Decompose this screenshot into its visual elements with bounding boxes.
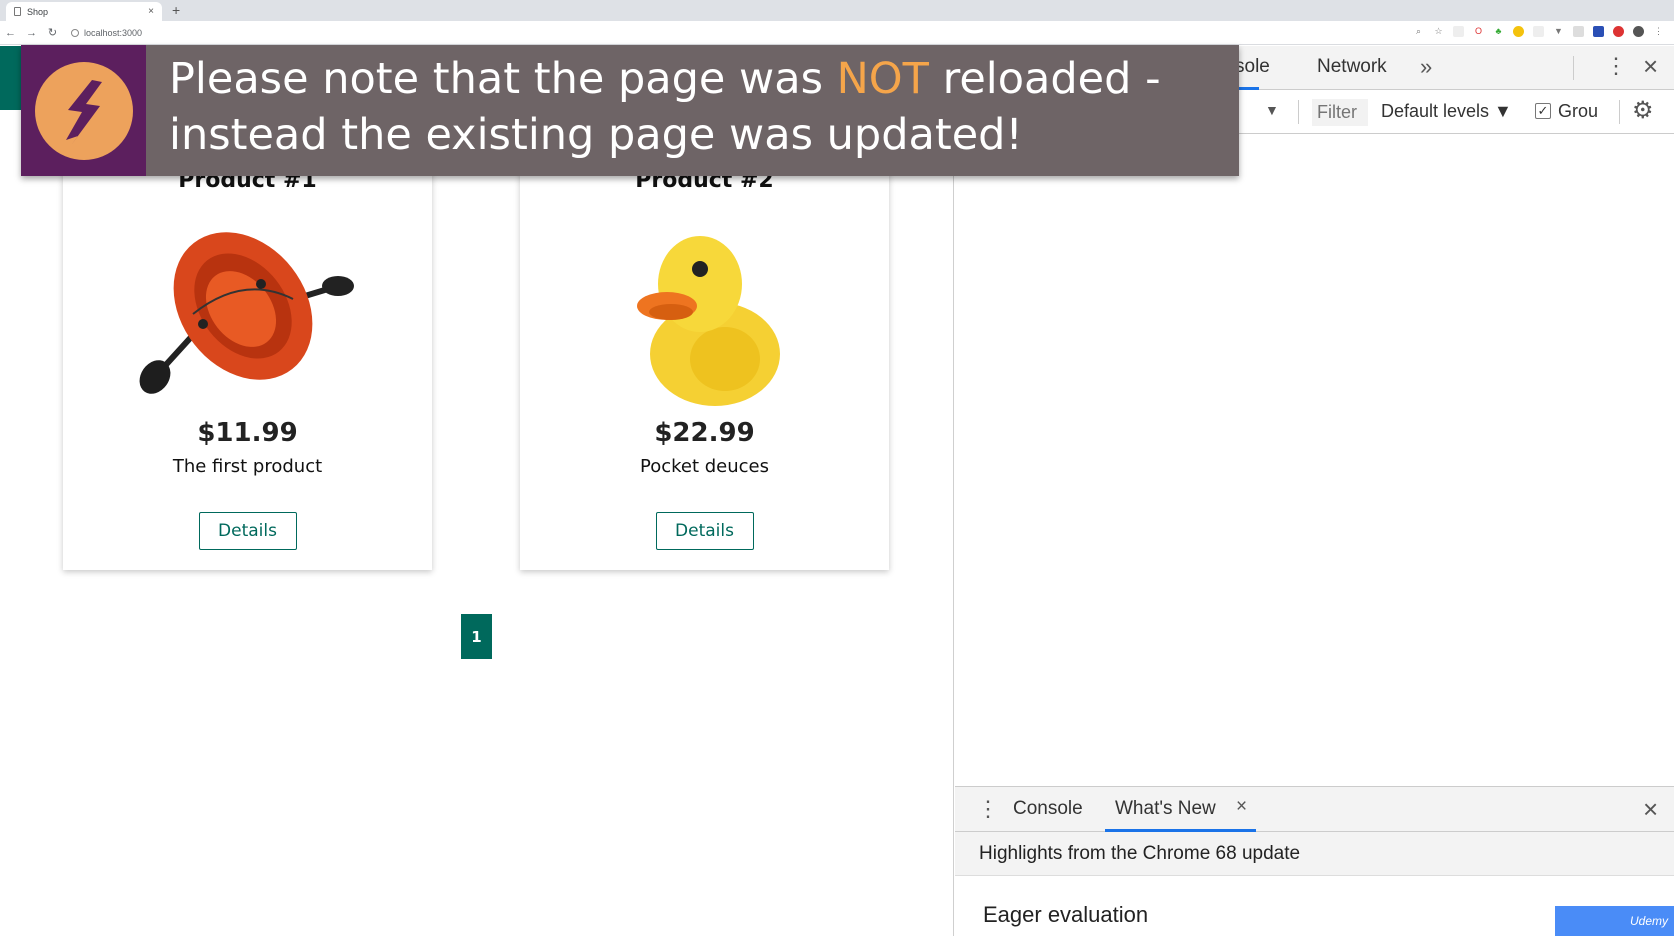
extension-icon[interactable]: [1513, 26, 1524, 37]
product-image-duck: [520, 214, 889, 414]
bolt-shape: [65, 79, 102, 144]
product-card: Product #1 $11.99 The first product Deta…: [63, 116, 432, 570]
duck-image: [636, 236, 780, 406]
drawer-menu-icon[interactable]: ⋮: [977, 796, 999, 822]
devtools-panel: sole Network » ⋮ × ▼ Default levels ▼ ✓ …: [955, 46, 1674, 936]
product-description: The first product: [172, 456, 323, 477]
forward-icon[interactable]: →: [21, 27, 42, 39]
more-tabs-icon[interactable]: »: [1420, 54, 1432, 80]
zoom-icon[interactable]: ⌕: [1413, 26, 1424, 37]
tab-close-icon[interactable]: ×: [148, 6, 154, 17]
extension-icon[interactable]: [1533, 26, 1544, 37]
extension-icons: ⌕ ☆ O ♣ ▼ ⋮: [1413, 26, 1664, 37]
tab-title: Shop: [27, 6, 49, 17]
highlights-heading: Highlights from the Chrome 68 update: [955, 832, 1674, 876]
devtools-menu-icon[interactable]: ⋮: [1605, 53, 1627, 79]
drawer-close-icon[interactable]: ×: [1643, 794, 1658, 825]
log-levels-dropdown[interactable]: Default levels ▼: [1381, 101, 1512, 122]
notice-text-part1: Please note that the page was: [169, 54, 837, 104]
details-button[interactable]: Details: [655, 512, 754, 550]
lightning-bolt-icon: [34, 61, 133, 160]
context-dropdown-icon[interactable]: ▼: [1265, 102, 1279, 118]
divider: [1573, 56, 1574, 80]
browser-tab[interactable]: Shop ×: [6, 2, 162, 21]
extension-icon[interactable]: [1573, 26, 1584, 37]
details-button[interactable]: Details: [198, 512, 297, 550]
browser-tab-strip: Shop × +: [0, 0, 1674, 21]
navbar-edge: [0, 46, 22, 110]
notice-highlight: NOT: [836, 54, 929, 104]
page-icon: [14, 7, 21, 16]
gear-icon[interactable]: ⚙: [1632, 96, 1654, 125]
drawer-tab-whats-new[interactable]: What's New: [1115, 798, 1216, 820]
menu-icon[interactable]: ⋮: [1653, 26, 1664, 37]
filter-icon[interactable]: ▼: [1553, 26, 1564, 37]
avatar[interactable]: [1633, 26, 1644, 37]
opera-icon[interactable]: O: [1473, 26, 1484, 37]
banner-icon-box: [21, 45, 146, 176]
product-image-boat: [63, 214, 432, 414]
url-field[interactable]: localhost:3000: [71, 28, 142, 38]
address-bar: ← → ↻ localhost:3000 ⌕ ☆ O ♣ ▼ ⋮: [0, 21, 1674, 45]
group-similar-checkbox[interactable]: ✓: [1535, 103, 1551, 119]
stop-icon[interactable]: [1613, 26, 1624, 37]
url-text: localhost:3000: [84, 27, 143, 38]
tab-network[interactable]: Network: [1317, 56, 1387, 78]
divider: [1619, 100, 1620, 124]
filter-input[interactable]: [1312, 99, 1368, 126]
product-price: $11.99: [197, 418, 298, 448]
reload-icon[interactable]: ↻: [42, 26, 63, 39]
udemy-watermark: Udemy: [1555, 906, 1674, 936]
boat-image: [139, 232, 354, 394]
notice-banner: Please note that the page was NOT reload…: [21, 45, 1239, 176]
section-title: Eager evaluation: [983, 902, 1149, 927]
notice-text: Please note that the page was NOT reload…: [169, 51, 1229, 163]
site-info-icon[interactable]: [71, 28, 79, 37]
group-similar-label: Grou: [1558, 101, 1599, 121]
product-card: Product #2 $22.99 Pocket deuces Details: [520, 116, 889, 570]
product-description: Pocket deuces: [639, 456, 769, 477]
new-tab-button[interactable]: +: [172, 2, 180, 19]
divider: [1298, 100, 1299, 124]
drawer-tab-bar: ⋮ Console What's New × ×: [955, 787, 1674, 832]
pagination-page-button[interactable]: 1: [461, 614, 492, 659]
tab-console[interactable]: sole: [1235, 56, 1270, 78]
devtools-close-icon[interactable]: ×: [1643, 51, 1658, 82]
close-tab-icon[interactable]: ×: [1236, 796, 1247, 818]
extension-icon[interactable]: [1593, 26, 1604, 37]
bookmark-star-icon[interactable]: ☆: [1433, 26, 1444, 37]
back-icon[interactable]: ←: [0, 27, 21, 39]
extension-icon[interactable]: [1453, 26, 1464, 37]
product-price: $22.99: [654, 418, 755, 448]
drawer-tab-console[interactable]: Console: [1013, 798, 1083, 820]
watermark-text: Udemy: [1629, 914, 1668, 928]
extension-icon[interactable]: ♣: [1493, 26, 1504, 37]
